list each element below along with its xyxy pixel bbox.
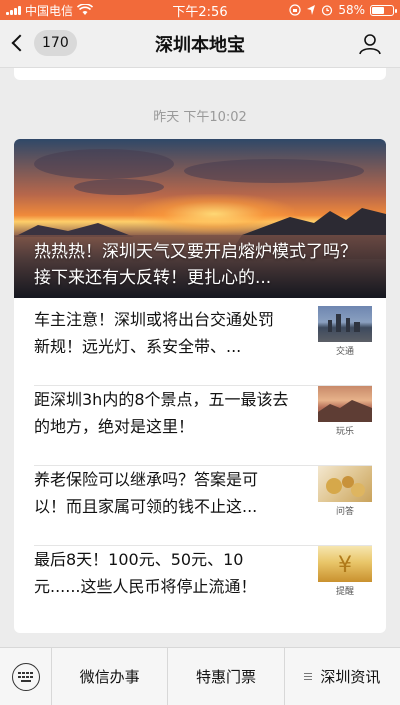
article-title: 最后8天！100元、50元、10元......这些人民币将停止流通！ [34, 550, 257, 596]
battery-icon [370, 4, 397, 16]
menu-item-discount-tickets[interactable]: 特惠门票 [168, 648, 285, 705]
article-title: 距深圳3h内的8个景点，五一最该去的地方，绝对是这里！ [34, 390, 289, 436]
article-item[interactable]: 最后8天！100元、50元、10元......这些人民币将停止流通！ ¥ 提醒 [34, 546, 372, 626]
alarm-icon [322, 5, 333, 16]
message-timestamp: 昨天 下午10:02 [153, 110, 247, 125]
bottom-menu: 微信办事 特惠门票 深圳资讯 [0, 647, 400, 705]
thumbnail-caption: 提醒 [335, 587, 354, 597]
article-item[interactable]: 距深圳3h内的8个景点，五一最该去的地方，绝对是这里！ 玩乐 [34, 386, 372, 466]
svg-text:¥: ¥ [338, 553, 352, 578]
article-thumbnail [318, 386, 372, 422]
lock-rotation-icon [289, 4, 301, 16]
previous-message-card[interactable] [14, 68, 386, 80]
signal-icon [6, 5, 21, 15]
cover-title: 热热热！深圳天气又要开启熔炉模式了吗？接下来还有大反转！更扎心的... [34, 242, 357, 288]
battery-percent: 58% [338, 3, 365, 17]
menu-item-label: 特惠门票 [195, 668, 256, 686]
thumbnail-caption: 玩乐 [335, 427, 354, 437]
article-thumbnail [318, 306, 372, 342]
nav-bar: 170 深圳本地宝 [0, 20, 400, 68]
article-title: 养老保险可以继承吗？答案是可以！而且家属可领的钱不止这... [34, 470, 259, 516]
keyboard-toggle-button[interactable] [0, 648, 52, 705]
carrier-label: 中国电信 [25, 3, 74, 18]
page-title: 深圳本地宝 [155, 34, 245, 56]
article-title: 车主注意！深圳或将出台交通处罚新规！远光灯、系安全带、... [34, 310, 275, 356]
wifi-icon [77, 4, 94, 15]
location-icon [307, 5, 316, 15]
article-card: 热热热！深圳天气又要开启熔炉模式了吗？接下来还有大反转！更扎心的... 车主注意… [14, 139, 386, 633]
article-thumbnail [318, 466, 372, 502]
submenu-icon [304, 671, 313, 682]
profile-icon[interactable] [358, 32, 382, 56]
keyboard-icon [11, 663, 40, 691]
article-thumbnail: ¥ [318, 546, 372, 582]
thumbnail-caption: 交通 [335, 347, 354, 357]
menu-item-label: 微信办事 [79, 668, 140, 686]
article-item[interactable]: 养老保险可以继承吗？答案是可以！而且家属可领的钱不止这... 问答 [34, 466, 372, 546]
cover-article[interactable]: 热热热！深圳天气又要开启熔炉模式了吗？接下来还有大反转！更扎心的... [14, 139, 386, 298]
article-item[interactable]: 车主注意！深圳或将出台交通处罚新规！远光灯、系安全带、... 交通 [34, 306, 372, 386]
clock: 下午2:56 [172, 4, 228, 20]
menu-item-label: 深圳资讯 [320, 668, 381, 686]
status-bar: 中国电信 下午2:56 58% [0, 0, 400, 20]
menu-item-wechat-services[interactable]: 微信办事 [52, 648, 169, 705]
thumbnail-caption: 问答 [335, 507, 354, 517]
menu-item-shenzhen-news[interactable]: 深圳资讯 [285, 648, 400, 705]
